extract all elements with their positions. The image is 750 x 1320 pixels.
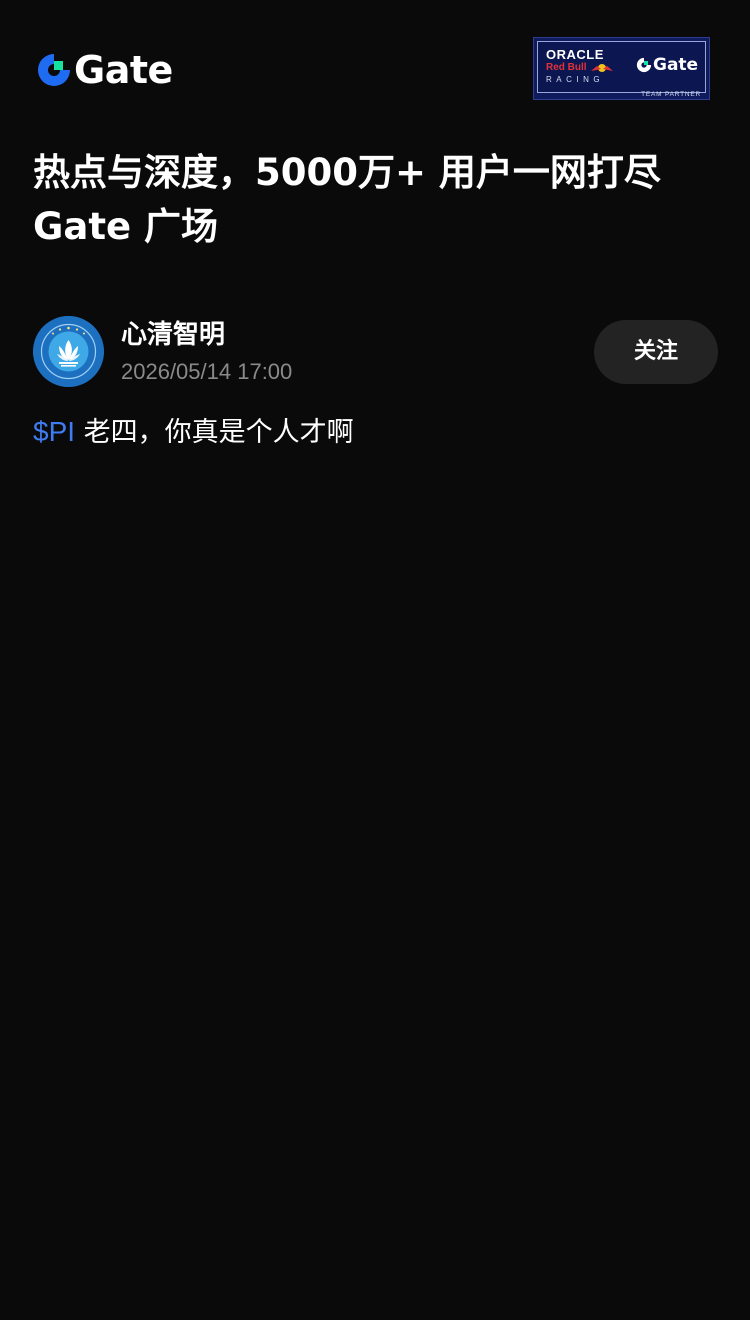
avatar[interactable] bbox=[33, 316, 104, 387]
page-header: Gate ORACLE Red Bull RACING Gate TEAM PA… bbox=[0, 0, 750, 110]
bulls-icon bbox=[591, 64, 613, 72]
post-content: $PI 老四，你真是个人才啊 bbox=[33, 410, 718, 455]
logo-text: Gate bbox=[74, 48, 173, 92]
lotus-emblem-icon bbox=[33, 316, 104, 387]
follow-button[interactable]: 关注 bbox=[594, 320, 718, 384]
partner-badge-frame: ORACLE Red Bull RACING Gate bbox=[537, 41, 706, 93]
partner-gate-logo: Gate bbox=[636, 55, 698, 75]
post-text: 老四，你真是个人才啊 bbox=[75, 417, 354, 448]
post-timestamp: 2026/05/14 17:00 bbox=[121, 359, 293, 384]
ticker-link[interactable]: $PI bbox=[33, 416, 75, 447]
partner-oracle-text: ORACLE bbox=[546, 47, 604, 62]
gate-logo[interactable]: Gate bbox=[36, 48, 173, 92]
partner-caption: TEAM PARTNER bbox=[641, 91, 701, 98]
gate-logo-small-icon bbox=[636, 57, 652, 73]
author-name[interactable]: 心清智明 bbox=[121, 318, 225, 352]
partner-redbull-text: Red Bull bbox=[546, 62, 587, 73]
page-title: 热点与深度，5000万+ 用户一网打尽 Gate 广场 bbox=[33, 151, 661, 248]
partner-racing-text: RACING bbox=[546, 75, 605, 84]
gate-logo-icon bbox=[38, 54, 70, 86]
partner-badge: ORACLE Red Bull RACING Gate TEAM PARTNER bbox=[533, 37, 710, 100]
post-author-row: 心清智明 2026/05/14 17:00 关注 bbox=[33, 316, 718, 388]
partner-gate-text: Gate bbox=[653, 55, 699, 75]
